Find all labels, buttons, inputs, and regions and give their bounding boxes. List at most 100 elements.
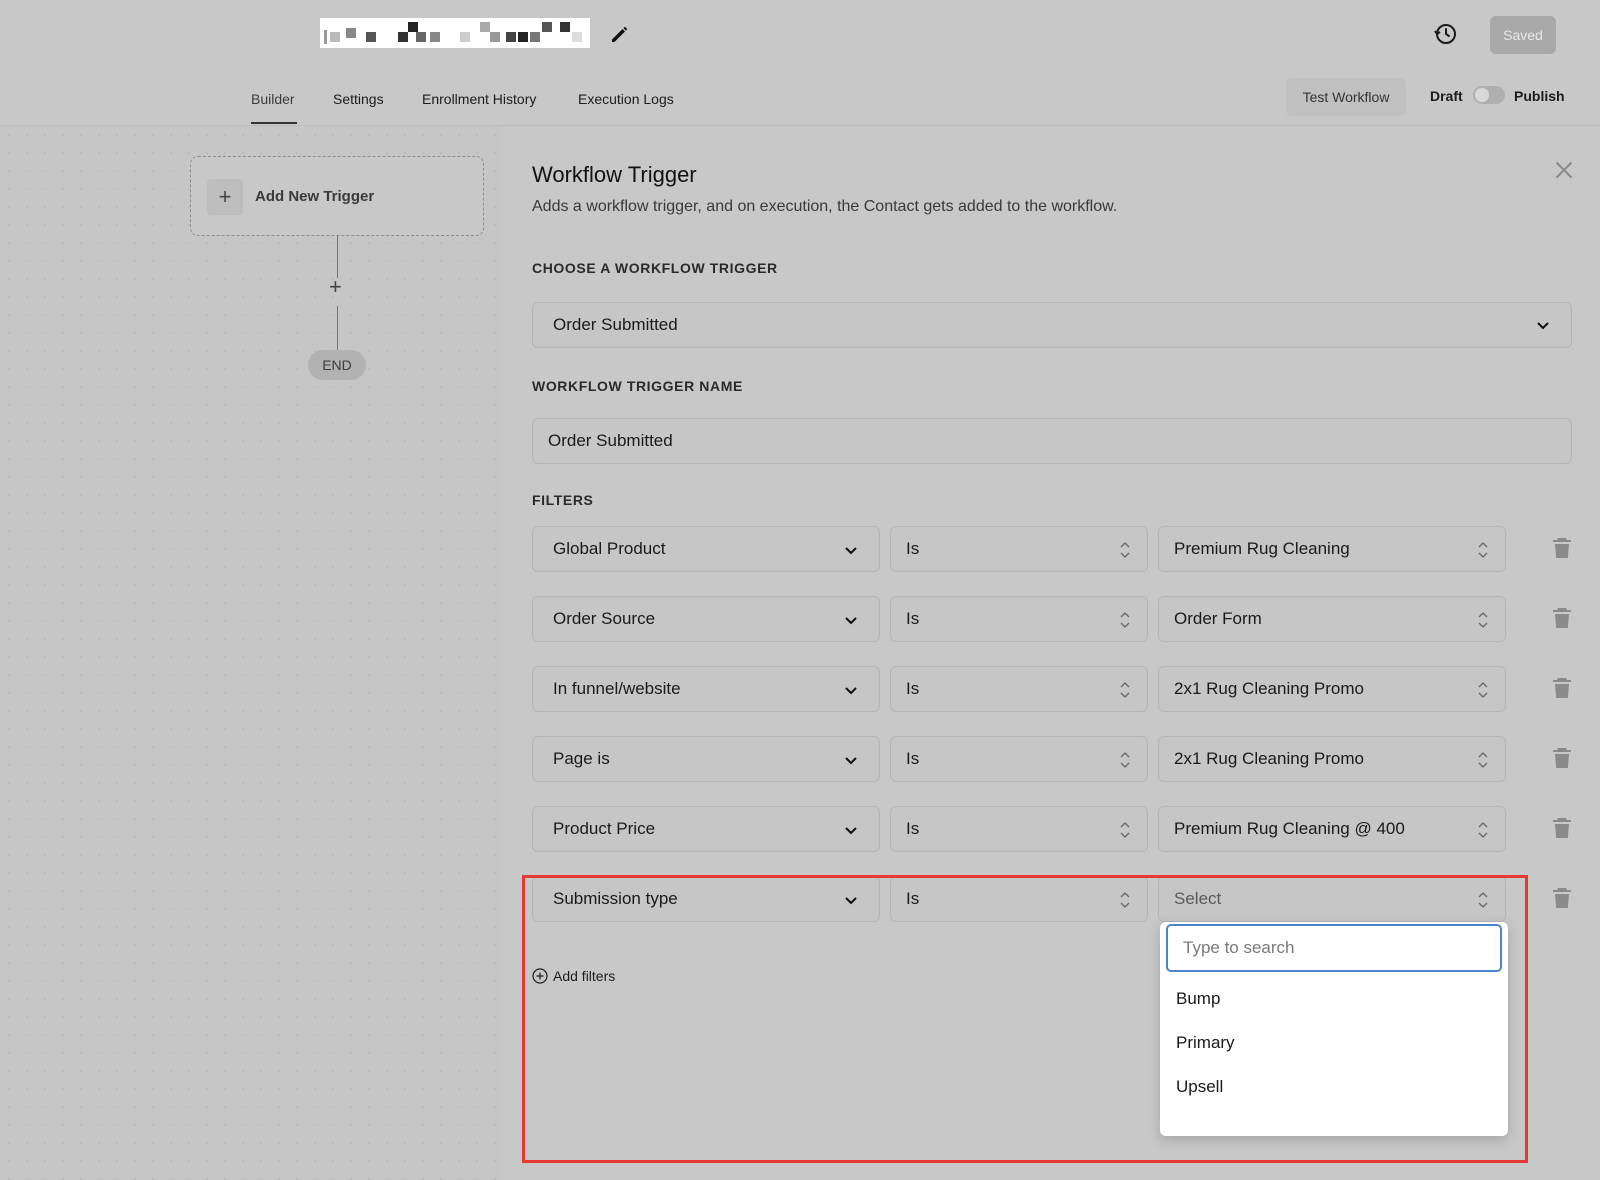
filter-value-select[interactable]: 2x1 Rug Cleaning Promo: [1158, 736, 1506, 782]
filter-operator-select[interactable]: Is: [890, 806, 1148, 852]
trash-icon[interactable]: [1552, 676, 1572, 700]
chevron-down-icon: [845, 547, 857, 555]
tab-builder[interactable]: Builder: [251, 91, 295, 107]
history-icon[interactable]: [1432, 20, 1460, 48]
filter-field-select[interactable]: Order Source: [532, 596, 880, 642]
sort-updown-icon: [1478, 542, 1488, 558]
filters-label: FILTERS: [532, 492, 594, 508]
end-node: END: [308, 350, 366, 380]
choose-trigger-label: CHOOSE A WORKFLOW TRIGGER: [532, 260, 778, 276]
top-bar: Saved: [0, 0, 1600, 66]
add-filters-button[interactable]: Add filters: [532, 968, 615, 984]
connector-line: [337, 306, 338, 350]
filter-operator-value: Is: [906, 819, 920, 838]
edit-pencil-icon[interactable]: [608, 22, 632, 46]
option-upsell[interactable]: Upsell: [1176, 1077, 1223, 1097]
filter-field-select[interactable]: Page is: [532, 736, 880, 782]
filter-operator-select[interactable]: Is: [890, 876, 1148, 922]
add-filters-label: Add filters: [553, 968, 616, 984]
tab-execution-logs[interactable]: Execution Logs: [578, 91, 674, 107]
trigger-type-value: Order Submitted: [553, 315, 678, 334]
filter-field-value: In funnel/website: [553, 679, 681, 698]
filter-value-select[interactable]: Premium Rug Cleaning: [1158, 526, 1506, 572]
panel-title: Workflow Trigger: [532, 162, 697, 187]
filter-operator-value: Is: [906, 889, 920, 908]
filter-value-text: Premium Rug Cleaning @ 400: [1174, 819, 1405, 838]
chevron-down-icon: [845, 827, 857, 835]
option-primary[interactable]: Primary: [1176, 1033, 1235, 1053]
trigger-name-label: WORKFLOW TRIGGER NAME: [532, 378, 743, 394]
chevron-down-icon: [1537, 322, 1549, 330]
sort-updown-icon: [1120, 682, 1130, 698]
option-bump[interactable]: Bump: [1176, 989, 1220, 1009]
sort-updown-icon: [1120, 752, 1130, 768]
panel-subtitle: Adds a workflow trigger, and on executio…: [532, 198, 1118, 215]
filter-row: Page is Is 2x1 Rug Cleaning Promo: [532, 736, 1572, 782]
trigger-type-select[interactable]: Order Submitted: [532, 302, 1572, 348]
tab-settings[interactable]: Settings: [333, 91, 384, 107]
search-placeholder: Type to search: [1183, 938, 1295, 957]
filter-row: Global Product Is Premium Rug Cleaning: [532, 526, 1572, 572]
tabs-bar: Builder Settings Enrollment History Exec…: [0, 66, 1600, 126]
sort-updown-icon: [1478, 822, 1488, 838]
sort-updown-icon: [1120, 542, 1130, 558]
filter-value-select[interactable]: 2x1 Rug Cleaning Promo: [1158, 666, 1506, 712]
draft-label: Draft: [1430, 88, 1463, 104]
trash-icon[interactable]: [1552, 746, 1572, 770]
tab-enrollment-history[interactable]: Enrollment History: [422, 91, 536, 107]
filter-field-select[interactable]: In funnel/website: [532, 666, 880, 712]
trigger-name-value: Order Submitted: [548, 431, 673, 450]
filter-operator-select[interactable]: Is: [890, 666, 1148, 712]
filter-value-select[interactable]: Select: [1158, 876, 1506, 922]
filter-operator-value: Is: [906, 539, 920, 558]
sort-updown-icon: [1120, 612, 1130, 628]
filter-operator-value: Is: [906, 749, 920, 768]
filter-value-text: 2x1 Rug Cleaning Promo: [1174, 679, 1364, 698]
filter-field-select[interactable]: Global Product: [532, 526, 880, 572]
chevron-down-icon: [845, 897, 857, 905]
close-icon[interactable]: [1552, 158, 1576, 182]
filter-value-select[interactable]: Order Form: [1158, 596, 1506, 642]
add-new-trigger-card[interactable]: + Add New Trigger: [190, 156, 484, 236]
filter-operator-select[interactable]: Is: [890, 736, 1148, 782]
saved-button[interactable]: Saved: [1490, 16, 1556, 54]
filter-value-select[interactable]: Premium Rug Cleaning @ 400: [1158, 806, 1506, 852]
add-trigger-label: Add New Trigger: [255, 188, 375, 205]
submission-type-dropdown: Type to search Bump Primary Upsell: [1160, 922, 1508, 1136]
filter-field-select[interactable]: Submission type: [532, 876, 880, 922]
test-workflow-button[interactable]: Test Workflow: [1286, 78, 1406, 116]
filter-operator-select[interactable]: Is: [890, 526, 1148, 572]
publish-label: Publish: [1514, 88, 1565, 104]
filter-field-value: Order Source: [553, 609, 656, 628]
filter-operator-select[interactable]: Is: [890, 596, 1148, 642]
trash-icon[interactable]: [1552, 816, 1572, 840]
filter-field-value: Global Product: [553, 539, 666, 558]
sort-updown-icon: [1478, 752, 1488, 768]
workflow-title-redacted[interactable]: [320, 18, 590, 48]
dropdown-search-input[interactable]: Type to search: [1166, 924, 1502, 972]
filter-row: In funnel/website Is 2x1 Rug Cleaning Prom…: [532, 666, 1572, 712]
workflow-canvas[interactable]: + Add New Trigger + END: [0, 126, 502, 1180]
trigger-name-input[interactable]: Order Submitted: [532, 418, 1572, 464]
filter-field-value: Product Price: [553, 819, 656, 838]
chevron-down-icon: [845, 687, 857, 695]
plus-circle-icon: [532, 968, 548, 984]
filter-row: Order Source Is Order Form: [532, 596, 1572, 642]
plus-icon: +: [207, 179, 243, 215]
filter-value-text: Select: [1174, 889, 1222, 908]
active-tab-indicator: [251, 122, 297, 124]
filter-value-text: Order Form: [1174, 609, 1262, 628]
filter-field-select[interactable]: Product Price: [532, 806, 880, 852]
toggle-knob: [1475, 88, 1489, 102]
chevron-down-icon: [845, 617, 857, 625]
add-step-plus-icon[interactable]: +: [329, 274, 342, 300]
trash-icon[interactable]: [1552, 886, 1572, 910]
filter-operator-value: Is: [906, 609, 920, 628]
publish-toggle[interactable]: [1473, 86, 1505, 104]
sort-updown-icon: [1120, 822, 1130, 838]
filter-row: Submission type Is Select: [532, 876, 1572, 922]
sort-updown-icon: [1478, 612, 1488, 628]
trash-icon[interactable]: [1552, 606, 1572, 630]
filter-operator-value: Is: [906, 679, 920, 698]
trash-icon[interactable]: [1552, 536, 1572, 560]
